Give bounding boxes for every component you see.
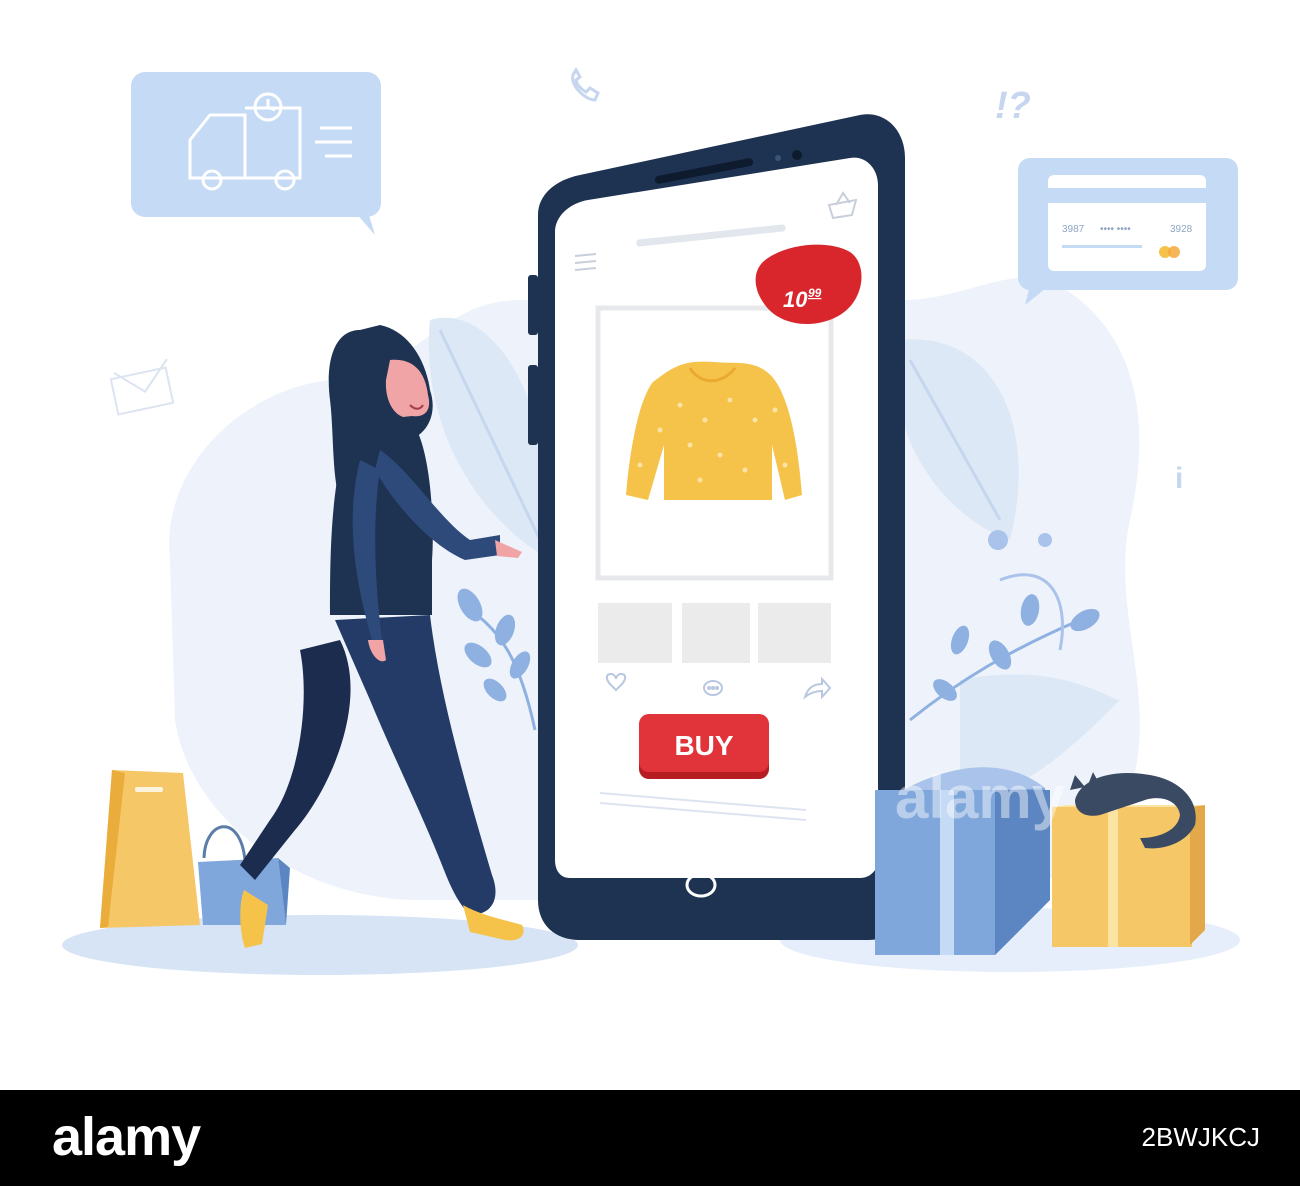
price-cents: 99 <box>808 286 822 300</box>
credit-card-icon: 3987 •••• •••• 3928 <box>1048 175 1206 271</box>
footer-brand[interactable]: alamy <box>52 1106 201 1168</box>
thumbnail-3[interactable] <box>758 603 831 663</box>
footer-bar: alamy 2BWJKCJ <box>0 1090 1300 1186</box>
card-number-left: 3987 <box>1062 224 1085 235</box>
buy-button-label: BUY <box>674 730 733 761</box>
envelope-icon <box>109 358 175 416</box>
illustration-scene: 3987 •••• •••• 3928 !? i 10 99 BUY alamy <box>0 0 1300 1090</box>
info-icon: i <box>1175 462 1183 495</box>
phone-camera-2 <box>775 155 781 161</box>
exclamation-question-icon: !? <box>995 85 1031 127</box>
thumbnail-1[interactable] <box>598 603 672 663</box>
price-main: 10 <box>783 287 808 312</box>
phone-camera <box>792 150 802 160</box>
svg-text:!?: !? <box>995 85 1031 127</box>
smartphone: 10 99 BUY <box>528 114 905 941</box>
watermark: alamy <box>895 764 1066 831</box>
card-number-right: 3928 <box>1170 224 1193 235</box>
thumbnail-2[interactable] <box>682 603 750 663</box>
shopping-bag-yellow <box>100 770 200 928</box>
footer-image-id: 2BWJKCJ <box>1141 1122 1260 1152</box>
svg-text:i: i <box>1175 462 1183 495</box>
phone-handset-icon <box>571 67 600 102</box>
delivery-bubble <box>131 72 381 235</box>
card-number-dots: •••• •••• <box>1100 224 1131 235</box>
payment-bubble: 3987 •••• •••• 3928 <box>1018 158 1238 305</box>
buy-button[interactable]: BUY <box>639 714 769 779</box>
